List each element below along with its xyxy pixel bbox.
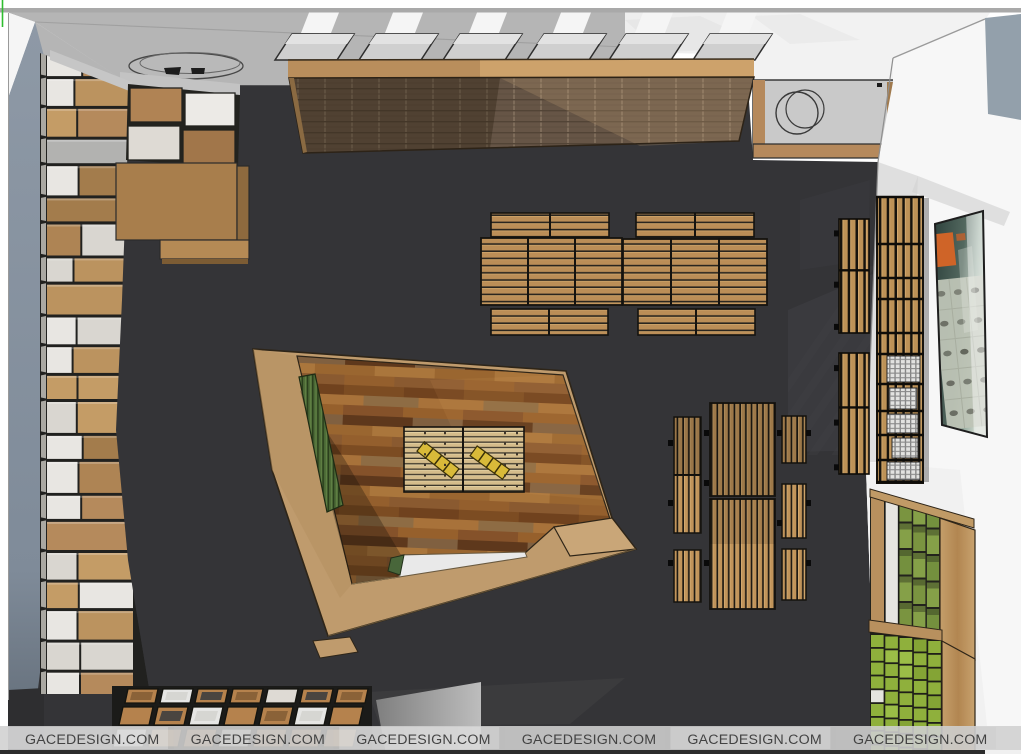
svg-text:GACEDESIGN.COM: GACEDESIGN.COM xyxy=(356,732,490,748)
svg-text:GACEDESIGN.COM: GACEDESIGN.COM xyxy=(687,732,821,748)
svg-text:GACEDESIGN.COM: GACEDESIGN.COM xyxy=(853,732,987,748)
svg-text:GACEDESIGN.COM: GACEDESIGN.COM xyxy=(191,732,325,748)
svg-text:GACEDESIGN.COM: GACEDESIGN.COM xyxy=(522,732,656,748)
svg-text:GACEDESIGN.COM: GACEDESIGN.COM xyxy=(25,732,159,748)
